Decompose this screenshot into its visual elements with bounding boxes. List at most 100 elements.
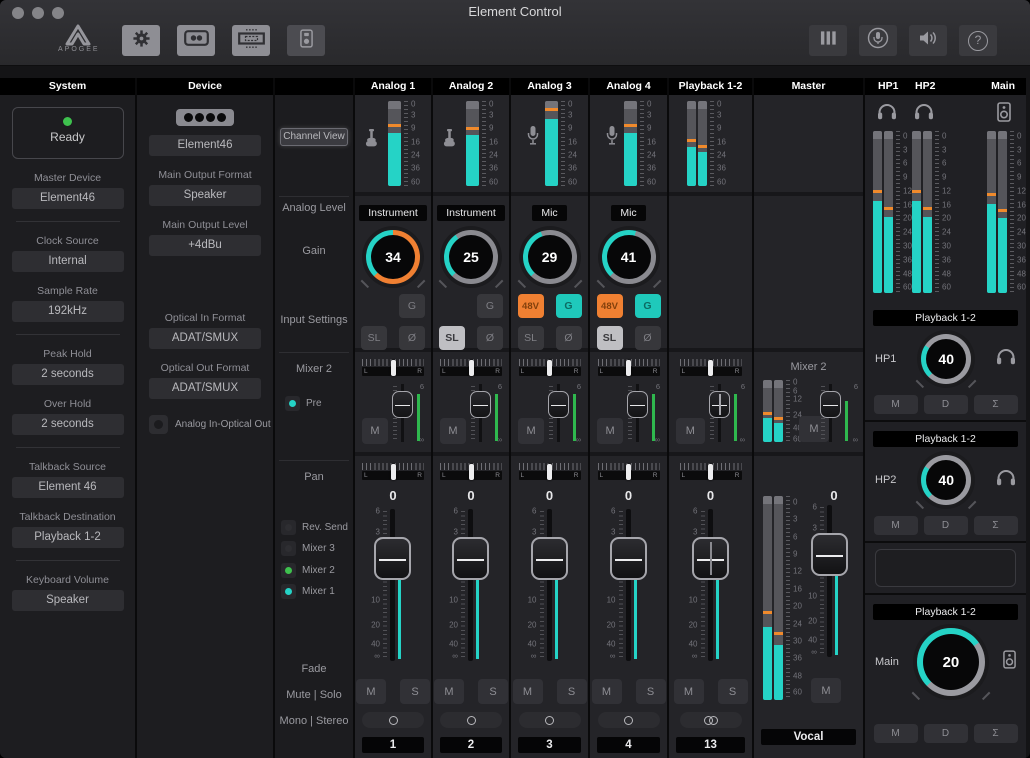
talkback-destination-select[interactable]: Playback 1-2 [12,527,124,548]
group-button[interactable]: G [477,294,503,318]
optical-out-format-select[interactable]: ADAT/SMUX [149,378,261,399]
mixer-send-fader[interactable]: 6∞ [544,382,581,444]
mixer3-checkbox[interactable] [281,541,296,556]
fader-knob[interactable] [531,537,568,580]
mixer2-checkbox[interactable] [281,563,296,578]
main-mute-button[interactable]: M [874,724,918,743]
gain-knob[interactable]: 34 [362,226,424,288]
hp1-mute-button[interactable]: M [874,395,918,414]
pan-thumb[interactable] [626,464,631,480]
soft-limit-button[interactable]: SL [361,326,387,350]
pan-slider[interactable]: LR [362,463,424,484]
send-fader-knob[interactable] [470,391,491,418]
mute-button[interactable]: M [513,679,543,704]
hp1-source-selector[interactable]: Playback 1-2 [873,310,1018,326]
main-dim-button[interactable]: D [924,724,968,743]
mixer1-checkbox[interactable] [281,584,296,599]
soft-limit-button[interactable]: SL [439,326,465,350]
mixer-pan-slider[interactable]: LR [519,359,581,380]
analog-in-optical-out-checkbox[interactable] [149,415,168,434]
fader-knob[interactable] [452,537,489,580]
pan-thumb[interactable] [469,360,474,376]
mixer-mute-button[interactable]: M [440,418,466,444]
phase-button[interactable]: Ø [635,326,661,350]
talkback-button[interactable] [859,25,897,56]
pan-thumb[interactable] [547,360,552,376]
phantom-power-button[interactable]: 48V [597,294,623,318]
mixer-mute-button[interactable]: M [518,418,544,444]
gain-knob[interactable]: 41 [598,226,660,288]
solo-button[interactable]: S [400,679,430,704]
solo-button[interactable]: S [557,679,587,704]
pan-slider[interactable]: LR [598,463,660,484]
group-button[interactable]: G [399,294,425,318]
input-type-selector[interactable]: Instrument [437,205,505,221]
sample-rate-select[interactable]: 192kHz [12,301,124,322]
help-button[interactable]: ? [959,25,997,56]
main-level-knob[interactable]: 20 [913,624,989,700]
pre-checkbox[interactable] [285,396,300,411]
hp2-source-selector[interactable]: Playback 1-2 [873,431,1018,447]
fader-knob[interactable] [374,537,411,580]
pan-thumb[interactable] [469,464,474,480]
mixer-send-fader[interactable]: 6∞ [623,382,660,444]
mixer-send-fader[interactable]: 6∞ [466,382,502,444]
channel-fader[interactable]: 6303102040∞ [520,509,580,661]
channel-fader[interactable]: 6303102040∞ [681,509,741,661]
settings-button[interactable] [122,25,160,56]
meters-button[interactable] [809,25,847,56]
mixer-mute-button[interactable]: M [597,418,623,444]
pan-thumb[interactable] [708,360,713,376]
mono-indicator[interactable] [362,712,424,728]
clock-source-select[interactable]: Internal [12,251,124,272]
phantom-power-button[interactable]: 48V [518,294,544,318]
fader-knob[interactable] [692,537,729,580]
mute-outputs-button[interactable] [909,25,947,56]
input-type-selector[interactable]: Instrument [359,205,427,221]
gain-knob[interactable]: 25 [440,226,502,288]
mono-indicator[interactable] [519,712,581,728]
hp1-dim-button[interactable]: D [924,395,968,414]
channel-fader[interactable]: 6303102040∞ [441,509,501,661]
solo-button[interactable]: S [718,679,748,704]
gain-knob[interactable]: 29 [519,226,581,288]
device-view-button[interactable] [287,25,325,56]
group-button[interactable]: G [556,294,582,318]
phase-button[interactable]: Ø [477,326,503,350]
pan-thumb[interactable] [547,464,552,480]
pan-thumb[interactable] [391,464,396,480]
pan-slider[interactable]: LR [440,463,502,484]
mixer-mute-button[interactable]: M [676,418,705,444]
master-mute-button[interactable]: M [811,678,841,703]
stereo-indicator[interactable] [680,712,742,728]
channel-view-button[interactable]: Channel View [280,128,348,146]
mixer-pan-slider[interactable]: LR [362,359,424,380]
soft-limit-button[interactable]: SL [518,326,544,350]
mixer-send-fader[interactable]: 6∞ [388,382,424,444]
rev-send-checkbox[interactable] [281,520,296,535]
mute-button[interactable]: M [674,679,704,704]
hp1-sum-button[interactable]: Σ [974,395,1018,414]
phase-button[interactable]: Ø [399,326,425,350]
keyboard-volume-select[interactable]: Speaker [12,590,124,611]
main-output-level-select[interactable]: +4dBu [149,235,261,256]
hp2-level-knob[interactable]: 40 [917,451,975,509]
channel-fader[interactable]: 6303102040∞ [599,509,659,661]
mixer-pan-slider[interactable]: LR [680,359,742,380]
pan-thumb[interactable] [708,464,713,480]
channel-fader[interactable]: 6303102040∞ [363,509,423,661]
mixer-pan-slider[interactable]: LR [598,359,660,380]
device-name-button[interactable]: Element46 [149,135,261,156]
peak-hold-select[interactable]: 2 seconds [12,364,124,385]
hp2-mute-button[interactable]: M [874,516,918,535]
fader-knob[interactable] [610,537,647,580]
main-sum-button[interactable]: Σ [974,724,1018,743]
mute-button[interactable]: M [434,679,464,704]
mixer-send-fader[interactable]: 6∞ [705,382,745,444]
pan-thumb[interactable] [391,360,396,376]
send-fader-knob[interactable] [392,391,413,418]
main-output-format-select[interactable]: Speaker [149,185,261,206]
mono-indicator[interactable] [440,712,502,728]
solo-button[interactable]: S [636,679,666,704]
mixer-mute-button[interactable]: M [362,418,388,444]
